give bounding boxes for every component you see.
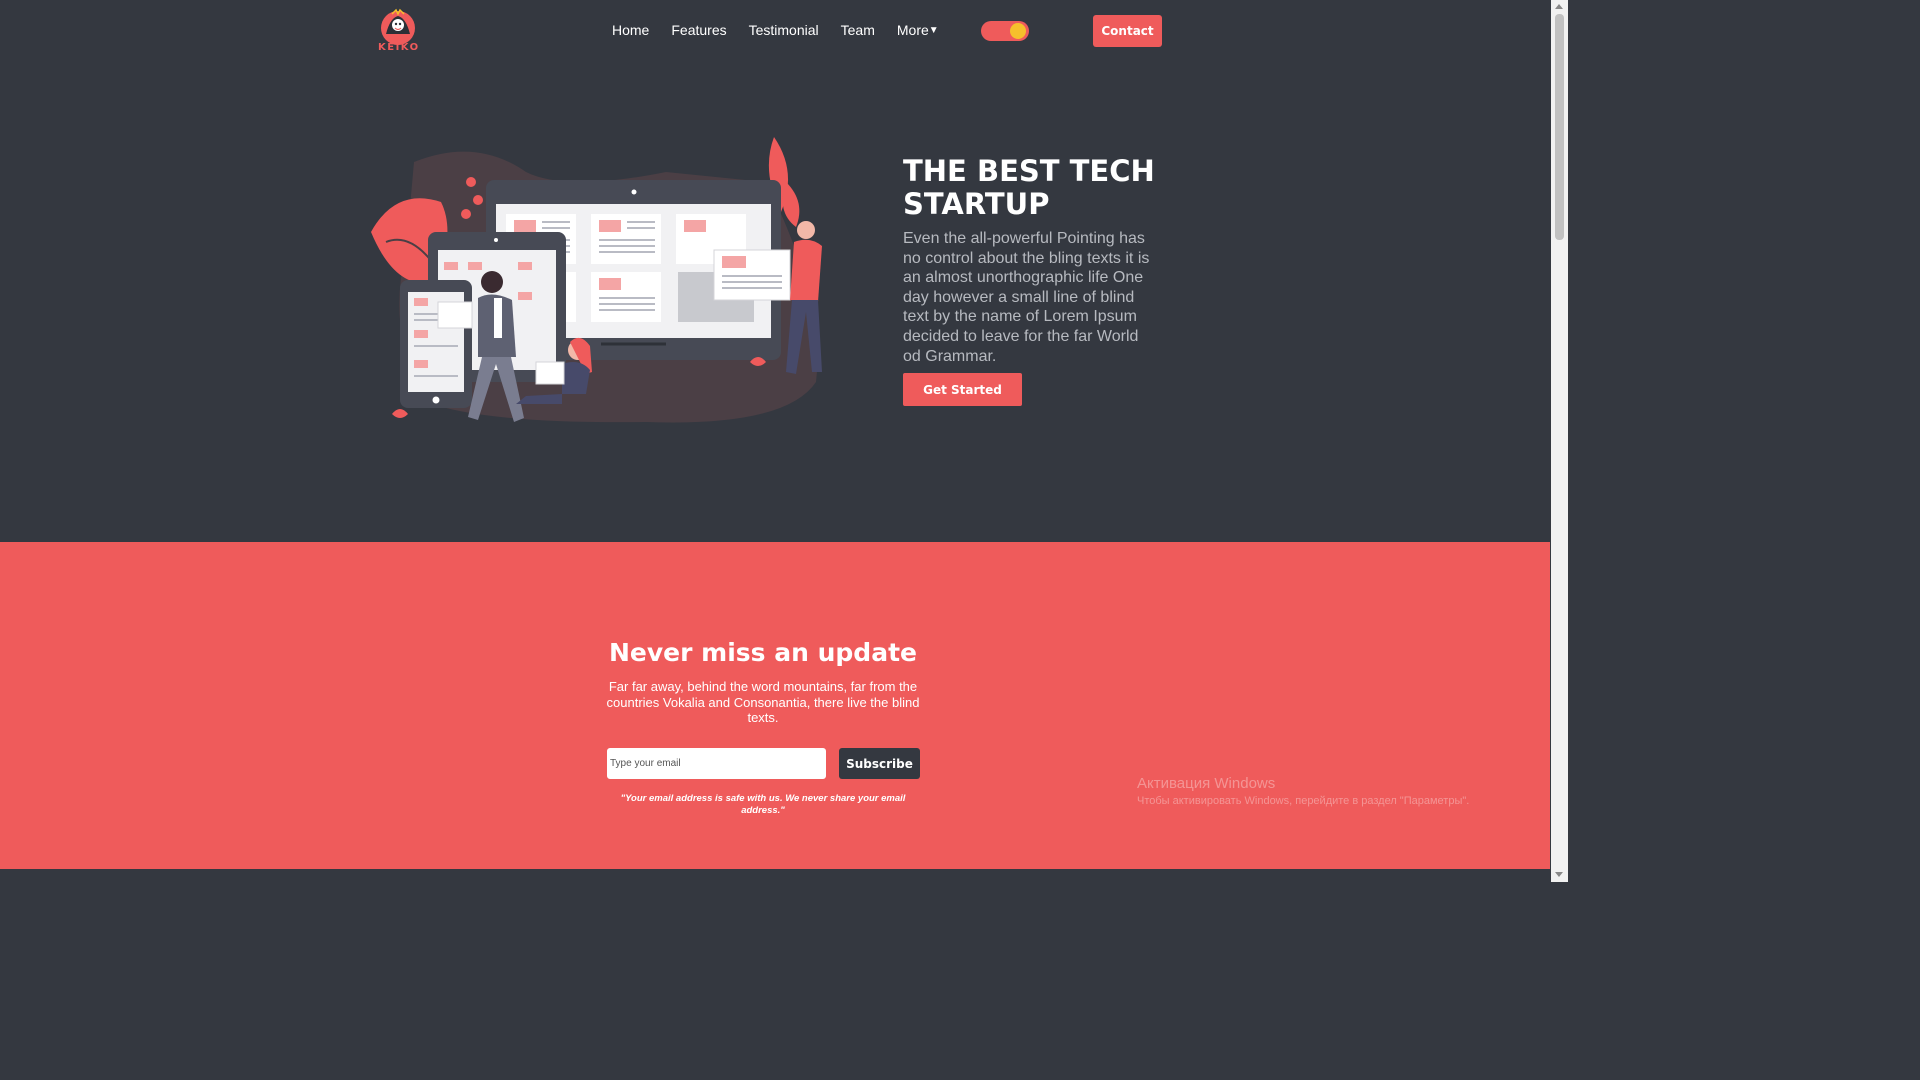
newsletter-section: Never miss an update Far far away, behin… xyxy=(0,542,1550,869)
toggle-knob xyxy=(1010,23,1026,39)
caret-down-icon: ▼ xyxy=(928,25,939,36)
subscribe-button[interactable]: Subscribe xyxy=(839,748,920,779)
scroll-up-arrow-icon[interactable] xyxy=(1555,4,1563,9)
nav-features[interactable]: Features xyxy=(671,22,726,38)
windows-activation-title: Активация Windows xyxy=(1137,775,1276,792)
top-navigation: KEIKO Home Features Testimonial Team Mor… xyxy=(0,0,1550,62)
nav-team[interactable]: Team xyxy=(841,22,875,38)
hero-description: Even the all-powerful Pointing has no co… xyxy=(903,230,1150,365)
hero-illustration xyxy=(371,137,822,423)
nav-testimonial[interactable]: Testimonial xyxy=(749,22,819,38)
get-started-button[interactable]: Get Started xyxy=(903,373,1022,406)
newsletter-title: Never miss an update xyxy=(609,638,917,667)
vertical-scrollbar[interactable] xyxy=(1551,0,1568,882)
contact-button[interactable]: Contact xyxy=(1093,15,1162,47)
nav-home[interactable]: Home xyxy=(612,22,649,38)
scroll-down-arrow-icon[interactable] xyxy=(1555,872,1563,877)
newsletter-description: Far far away, behind the word mountains,… xyxy=(606,679,920,726)
privacy-note: "Your email address is safe with us. We … xyxy=(620,793,906,817)
nav-more-dropdown[interactable]: More▼ xyxy=(897,22,939,38)
nav-more-label: More xyxy=(896,22,929,38)
windows-activation-subtitle: Чтобы активировать Windows, перейдите в … xyxy=(1137,795,1470,807)
main-menu: Home Features Testimonial Team More▼ xyxy=(612,22,939,38)
theme-toggle[interactable] xyxy=(981,21,1029,41)
brand-name: KEIKO xyxy=(378,42,420,53)
footer-edge xyxy=(0,869,1550,882)
scrollbar-thumb[interactable] xyxy=(1555,14,1564,240)
email-input[interactable] xyxy=(607,748,826,779)
hero-title: THE BEST TECH STARTUP xyxy=(903,154,1155,221)
